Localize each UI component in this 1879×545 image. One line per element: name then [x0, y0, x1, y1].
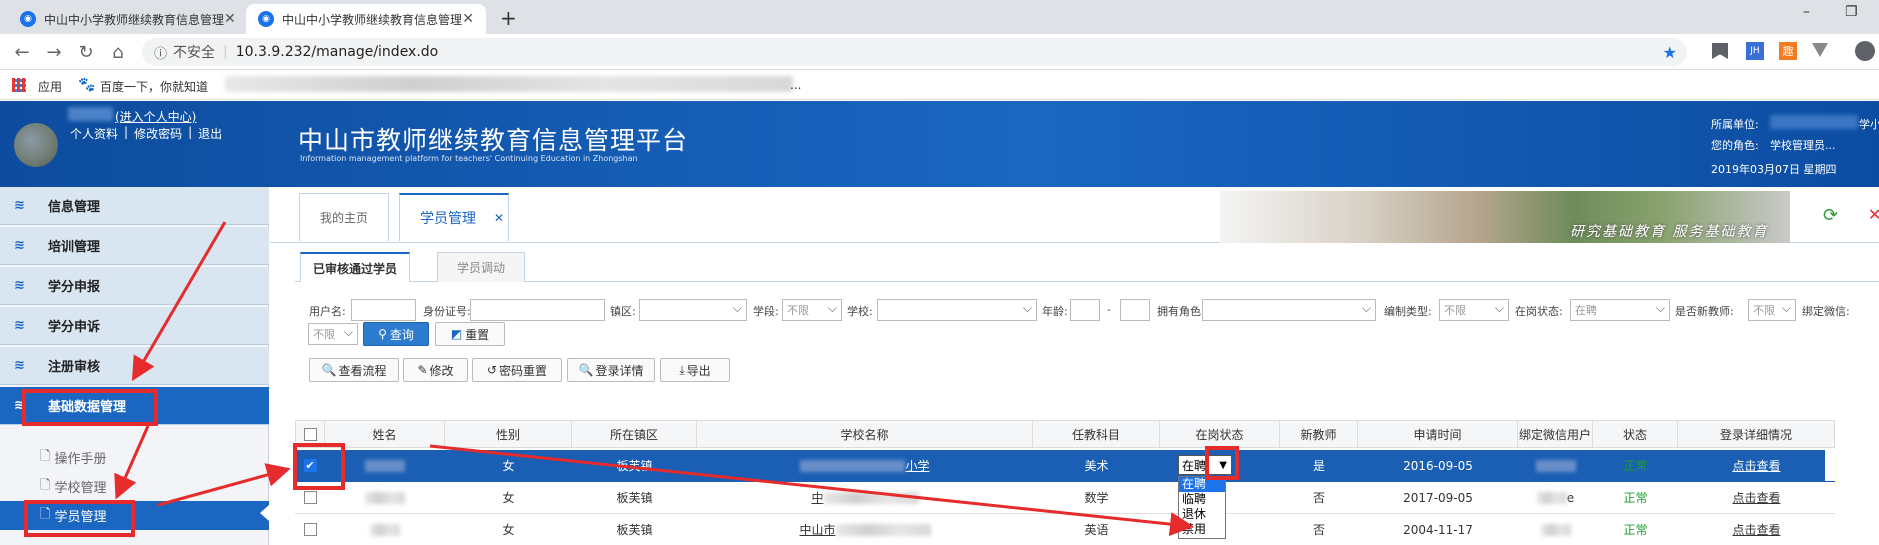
annotation-arrows [114, 221, 1194, 537]
arrow-to-checkbox [157, 463, 291, 507]
arrow-to-disabled-option [429, 444, 1194, 537]
arrow-to-student-menu [114, 425, 150, 500]
arrow-to-basic-data [131, 221, 227, 382]
